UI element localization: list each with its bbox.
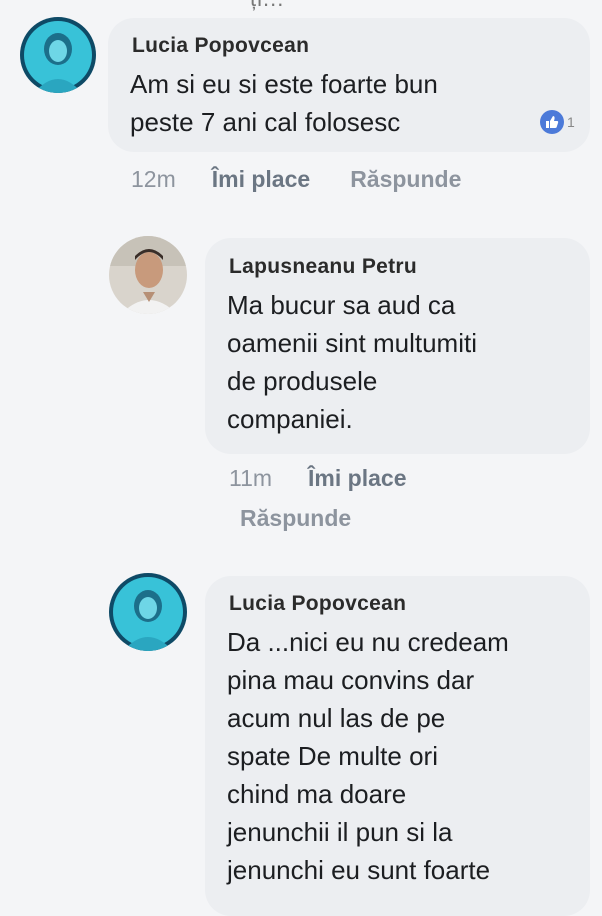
reaction-count: 1 [567,114,575,130]
avatar[interactable] [109,573,187,651]
thumbs-up-icon [540,110,564,134]
comment-text: Am si eu si este foarte bun peste 7 ani … [130,69,438,137]
comment-meta: 12m Îmi place Răspunde [131,166,461,193]
like-button[interactable]: Îmi place [212,166,310,192]
comment-time: 12m [131,166,176,192]
user-photo-icon [109,236,187,314]
user-photo-icon [20,17,96,93]
comment-author[interactable]: Lucia Popovcean [132,34,309,58]
comment-text: Ma bucur sa aud ca oamenii sint multumit… [227,290,477,434]
comment-text: Da ...nici eu nu credeam pina mau convin… [227,627,509,885]
reaction-badge[interactable]: 1 [540,110,575,134]
previous-comment-fragment: ți... [250,0,284,12]
avatar[interactable] [20,17,96,93]
user-photo-icon [109,573,187,651]
reply-button[interactable]: Răspunde [350,166,461,192]
comment-time: 11m [229,465,273,491]
reply-button[interactable]: Răspunde [240,505,351,532]
comment-author[interactable]: Lapusneanu Petru [229,255,417,279]
like-button[interactable]: Îmi place [308,465,406,491]
avatar[interactable] [109,236,187,314]
comment-author[interactable]: Lucia Popovcean [229,592,406,616]
comment-meta: 11m Îmi place [229,465,406,492]
